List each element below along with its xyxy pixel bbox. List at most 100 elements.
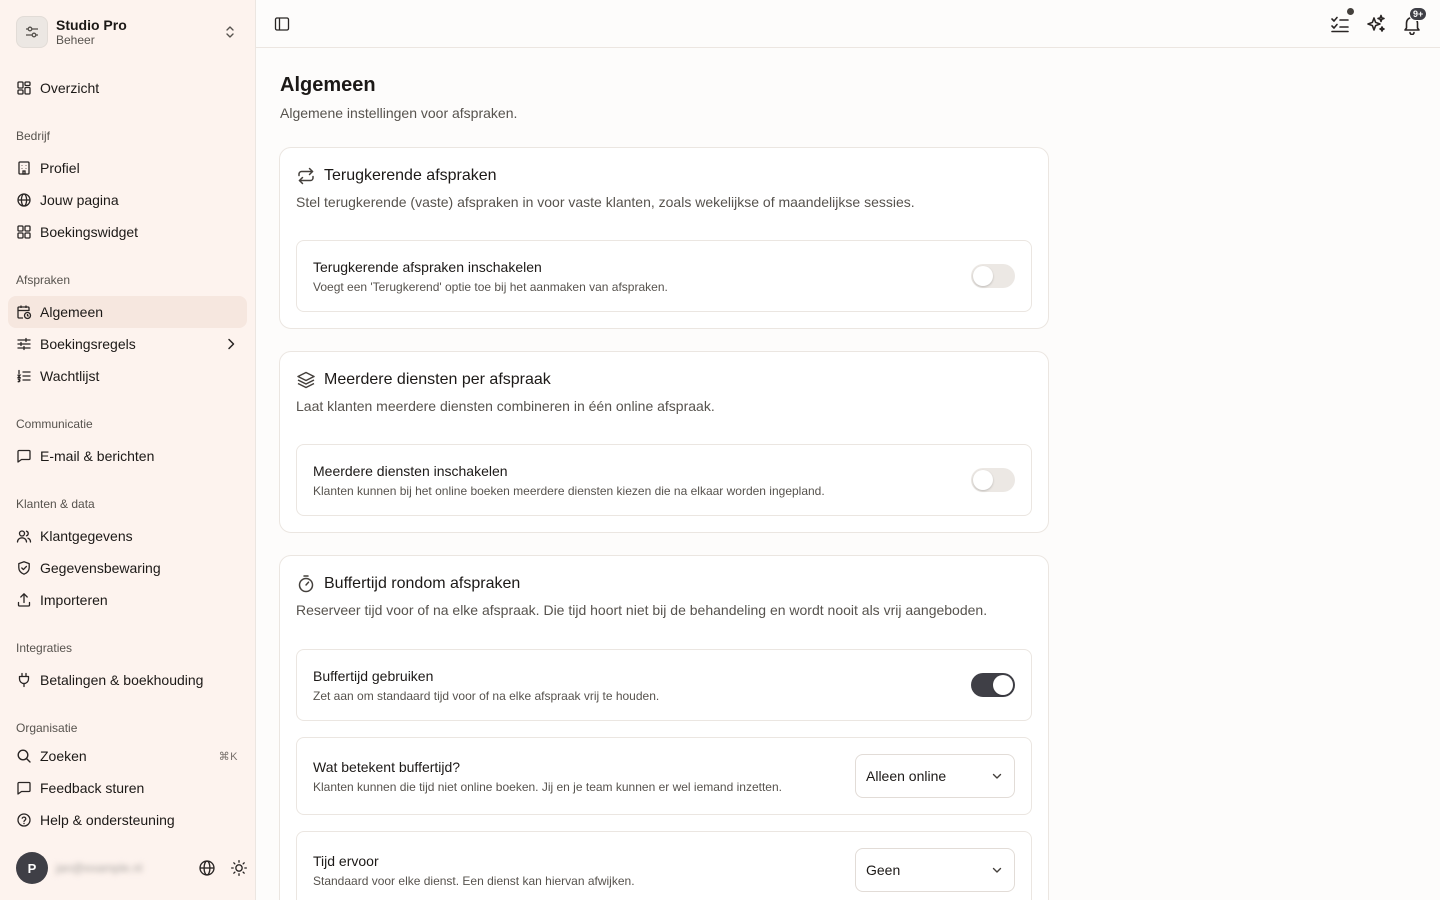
grid-icon (16, 224, 32, 240)
recurring-toggle[interactable] (971, 264, 1015, 288)
sparkles-icon[interactable] (1365, 13, 1387, 35)
user-footer: P jan@example.nl (16, 852, 248, 884)
tasks-indicator-dot (1346, 7, 1355, 16)
setting-title: Terugkerende afspraken inschakelen (313, 259, 542, 275)
sidebar-item-overview[interactable]: Overzicht (8, 72, 247, 104)
chevron-down-icon (990, 863, 1004, 877)
card-header: Meerdere diensten per afspraak (296, 370, 551, 390)
sidebar-item-payments[interactable]: Betalingen & boekhouding (8, 664, 247, 696)
card-title: Buffertijd rondom afspraken (324, 575, 521, 592)
nav-group-organisation: Organisatie (16, 721, 78, 735)
sidebar-item-label: Jouw pagina (40, 192, 119, 208)
message-square-icon (16, 780, 32, 796)
sidebar-toggle-icon[interactable] (274, 16, 290, 32)
main-content: 9+ Algemeen Algemene instellingen voor a… (256, 0, 1440, 900)
multi-setting-row: Meerdere diensten inschakelen Klanten ku… (296, 444, 1032, 516)
buffer-before-select[interactable]: Geen (855, 848, 1015, 892)
nav-group-company: Bedrijf (16, 129, 51, 143)
help-circle-icon (16, 812, 32, 828)
setting-description: Zet aan om standaard tijd voor of na elk… (313, 689, 660, 703)
sidebar-item-label: Overzicht (40, 80, 100, 96)
nav-group-integrations: Integraties (16, 641, 73, 655)
nav-group-clients: Klanten & data (16, 497, 95, 511)
card-header: Terugkerende afspraken (296, 166, 497, 186)
card-header: Buffertijd rondom afspraken (296, 574, 520, 594)
sidebar-item-label: Boekingswidget (40, 224, 139, 240)
setting-description: Voegt een 'Terugkerend' optie toe bij he… (313, 280, 668, 294)
list-ordered-icon (16, 368, 32, 384)
sidebar-item-label: Gegevensbewaring (40, 560, 161, 576)
topbar: 9+ (256, 0, 1440, 48)
sidebar-item-label: E-mail & berichten (40, 448, 155, 464)
multi-services-card: Meerdere diensten per afspraak Laat klan… (279, 351, 1049, 533)
sidebar-item-booking-widget[interactable]: Boekingswidget (8, 216, 247, 248)
globe-icon (16, 192, 32, 208)
setting-title: Buffertijd gebruiken (313, 668, 434, 684)
sidebar-item-your-page[interactable]: Jouw pagina (8, 184, 247, 216)
layers-icon (296, 370, 316, 390)
notifications-badge: 9+ (1409, 7, 1428, 21)
setting-title: Wat betekent buffertijd? (313, 759, 461, 775)
sidebar-item-general[interactable]: Algemeen (8, 296, 247, 328)
sidebar-item-label: Zoeken (40, 748, 87, 764)
sidebar-item-label: Betalingen & boekhouding (40, 672, 204, 688)
chevron-up-down-icon[interactable] (222, 24, 238, 40)
nav-group-appointments: Afspraken (16, 273, 71, 287)
workspace-logo-icon (16, 16, 48, 48)
dashboard-icon (16, 80, 32, 96)
page-subtitle: Algemene instellingen voor afspraken. (280, 105, 518, 121)
building-icon (16, 160, 32, 176)
sidebar-item-profile[interactable]: Profiel (8, 152, 247, 184)
card-description: Stel terugkerende (vaste) afspraken in v… (296, 194, 915, 210)
shield-check-icon (16, 560, 32, 576)
search-icon (16, 748, 32, 764)
workspace-brand: Studio Pro Beheer (56, 17, 222, 48)
sidebar-item-help[interactable]: Help & ondersteuning (8, 804, 247, 836)
message-square-icon (16, 448, 32, 464)
buffer-meaning-row: Wat betekent buffertijd? Klanten kunnen … (296, 737, 1032, 815)
sidebar-item-label: Algemeen (40, 304, 104, 320)
search-shortcut: ⌘K (218, 750, 238, 763)
avatar[interactable]: P (16, 852, 48, 884)
sidebar-item-search[interactable]: Zoeken ⌘K (8, 740, 247, 772)
sidebar-item-booking-rules[interactable]: Boekingsregels (8, 328, 247, 360)
select-value: Geen (866, 862, 901, 878)
recurring-setting-row: Terugkerende afspraken inschakelen Voegt… (296, 240, 1032, 312)
sidebar-item-email[interactable]: E-mail & berichten (8, 440, 247, 472)
chevron-right-icon[interactable] (223, 336, 239, 352)
user-email: jan@example.nl (56, 861, 143, 875)
calendar-clock-icon (16, 304, 32, 320)
sidebar-item-label: Feedback sturen (40, 780, 145, 796)
sidebar-item-feedback[interactable]: Feedback sturen (8, 772, 247, 804)
buffer-toggle[interactable] (971, 673, 1015, 697)
card-description: Laat klanten meerdere diensten combinere… (296, 398, 715, 414)
sidebar-item-label: Profiel (40, 160, 80, 176)
workspace-switcher[interactable]: Studio Pro Beheer (16, 16, 240, 48)
setting-title: Tijd ervoor (313, 853, 379, 869)
setting-description: Klanten kunnen die tijd niet online boek… (313, 780, 782, 794)
select-value: Alleen online (866, 768, 947, 784)
sidebar-item-label: Help & ondersteuning (40, 812, 175, 828)
workspace-name: Studio Pro (56, 16, 127, 33)
language-globe-icon[interactable] (198, 859, 216, 877)
multi-services-toggle[interactable] (971, 468, 1015, 492)
sliders-icon (16, 336, 32, 352)
task-checklist-icon[interactable] (1329, 13, 1351, 35)
setting-description: Klanten kunnen bij het online boeken mee… (313, 484, 825, 498)
plug-icon (16, 672, 32, 688)
sidebar-item-waitlist[interactable]: Wachtlijst (8, 360, 247, 392)
sidebar-item-label: Importeren (40, 592, 108, 608)
sidebar-item-data-retention[interactable]: Gegevensbewaring (8, 552, 247, 584)
sidebar-item-label: Boekingsregels (40, 336, 136, 352)
sidebar-item-import[interactable]: Importeren (8, 584, 247, 616)
card-title: Meerdere diensten per afspraak (324, 371, 551, 388)
buffer-meaning-select[interactable]: Alleen online (855, 754, 1015, 798)
buffer-use-row: Buffertijd gebruiken Zet aan om standaar… (296, 649, 1032, 721)
sun-icon[interactable] (230, 859, 248, 877)
card-title: Terugkerende afspraken (324, 167, 497, 184)
buffer-before-row: Tijd ervoor Standaard voor elke dienst. … (296, 831, 1032, 900)
sidebar-item-client-data[interactable]: Klantgegevens (8, 520, 247, 552)
upload-icon (16, 592, 32, 608)
workspace-role: Beheer (56, 32, 95, 47)
sidebar-item-label: Klantgegevens (40, 528, 133, 544)
